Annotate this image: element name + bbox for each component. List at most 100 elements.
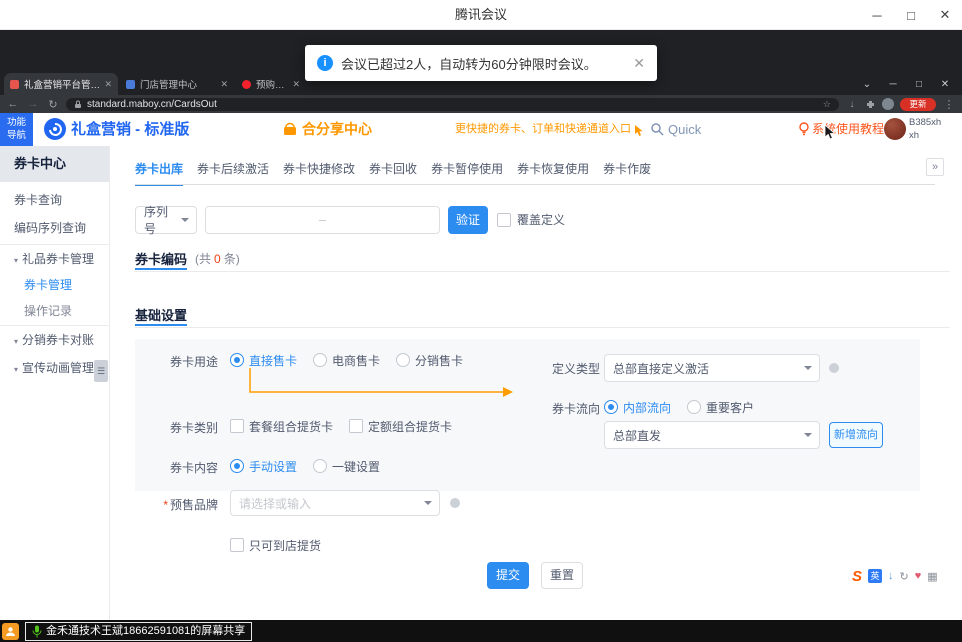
translate-extension-icon[interactable]: S: [852, 568, 862, 585]
promo-entry-link[interactable]: 更快捷的券卡、订单和快递通道入口: [455, 113, 631, 146]
sidebar-group3-label: 宣传动画管理: [22, 361, 94, 375]
brand-select[interactable]: 请选择或输入: [230, 490, 440, 516]
info-icon: i: [317, 55, 333, 71]
download-ext-icon[interactable]: ↓: [888, 570, 894, 582]
browser-close-icon[interactable]: ✕: [932, 73, 958, 95]
reset-button[interactable]: 重置: [541, 562, 583, 589]
maximize-icon[interactable]: □: [894, 0, 928, 30]
forward-icon[interactable]: →: [26, 98, 40, 110]
browser-window-controls: ⌄ ─ □ ✕: [854, 73, 958, 95]
tab3-favicon: [242, 80, 251, 89]
download-icon[interactable]: ↓: [845, 99, 859, 110]
brand-label: *预售品牌: [135, 497, 218, 513]
checkbox-fixed-combo-card[interactable]: 定额组合提货卡: [349, 418, 452, 435]
lock-icon: [74, 100, 82, 109]
serial-type-select[interactable]: 序列号: [135, 206, 197, 234]
browser-tab-1[interactable]: 礼盒营销平台管理中心 ✕: [4, 73, 118, 95]
browser-tab-2[interactable]: 门店管理中心 ✕: [120, 73, 234, 95]
help-dot-icon: [450, 498, 460, 508]
serial-range-input[interactable]: –: [205, 206, 440, 234]
english-badge-icon[interactable]: 英: [868, 569, 882, 583]
overwrite-checkbox[interactable]: [497, 213, 511, 227]
tab-card-recycle[interactable]: 券卡回收: [369, 156, 417, 184]
radio-direct-sale[interactable]: 直接售卡: [230, 352, 297, 369]
tab1-close-icon[interactable]: ✕: [104, 79, 112, 90]
function-nav-badge[interactable]: 功能 导航: [0, 113, 33, 146]
meeting-window: 腾讯会议 ─ □ ✕ 礼盒营销平台管理中心 ✕ 门店管理中心 ✕ 预购成功 ✕ …: [0, 0, 962, 642]
add-flow-button[interactable]: 新增流向: [829, 422, 883, 448]
radio-one-click-setting[interactable]: 一键设置: [313, 458, 380, 475]
tab-card-outbound[interactable]: 券卡出库: [135, 156, 183, 186]
browser-maximize-icon[interactable]: □: [906, 73, 932, 95]
radio-manual-setting[interactable]: 手动设置: [230, 458, 297, 475]
radio-internal-flow[interactable]: 内部流向: [604, 399, 671, 416]
checkbox-combo-pickup-card[interactable]: 套餐组合提货卡: [230, 418, 333, 435]
chevron-down-icon: [804, 433, 812, 437]
radio-selected-icon: [230, 459, 244, 473]
close-icon[interactable]: ✕: [928, 0, 962, 30]
definition-type-value: 总部直接定义激活: [613, 360, 709, 377]
tabs-expand-button[interactable]: »: [926, 158, 944, 176]
browser-minimize-icon[interactable]: ─: [880, 73, 906, 95]
checkbox-store-pickup-only[interactable]: 只可到店提货: [230, 537, 321, 554]
sidebar-item-operation-log[interactable]: 操作记录: [0, 297, 108, 325]
share-center-link[interactable]: 合分享中心: [302, 113, 372, 146]
sidebar-item-card-query[interactable]: 券卡查询: [0, 186, 108, 214]
user-name-line2: xh: [909, 129, 941, 142]
extension-icons: S 英 ↓ ↻ ♥ ▦: [852, 568, 938, 584]
user-avatar[interactable]: [884, 118, 906, 140]
brand-label-text: 预售品牌: [170, 498, 218, 512]
definition-type-select[interactable]: 总部直接定义激活: [604, 354, 820, 382]
tab-card-resume[interactable]: 券卡恢复使用: [517, 156, 589, 184]
tab-search-icon[interactable]: ⌄: [854, 73, 880, 95]
sidebar-collapse-handle[interactable]: ☰: [94, 360, 108, 382]
basic-settings-tab[interactable]: 基础设置: [135, 305, 187, 324]
tab3-close-icon[interactable]: ✕: [292, 79, 300, 90]
sidebar-group-promo-animation[interactable]: ▾宣传动画管理: [0, 354, 108, 382]
tab-card-suspend[interactable]: 券卡暂停使用: [431, 156, 503, 184]
radio-distribution-label: 分销售卡: [415, 352, 463, 369]
heart-icon[interactable]: ♥: [915, 570, 922, 582]
browser-tab-3[interactable]: 预购成功 ✕: [236, 73, 306, 95]
profile-avatar[interactable]: [882, 98, 894, 110]
mic-icon: [32, 625, 42, 638]
tutorial-link[interactable]: 系统使用教程: [812, 113, 884, 146]
tab-card-activate[interactable]: 券卡后续激活: [197, 156, 269, 184]
refresh-icon[interactable]: ↻: [46, 98, 60, 111]
codes-title-underline: [135, 268, 187, 270]
mouse-cursor: [824, 124, 836, 140]
tab-card-void[interactable]: 券卡作废: [603, 156, 651, 184]
radio-distribution-sale[interactable]: 分销售卡: [396, 352, 463, 369]
sidebar-group-gift-card-mgmt[interactable]: ▾礼品券卡管理: [0, 245, 108, 273]
sidebar-group-distribution-recon[interactable]: ▾分销券卡对账: [0, 326, 108, 354]
radio-important-customer[interactable]: 重要客户: [687, 399, 754, 416]
back-icon[interactable]: ←: [6, 98, 20, 110]
basic-settings-underline: [135, 324, 187, 326]
submit-button[interactable]: 提交: [487, 562, 529, 589]
codes-count-suffix: 条): [224, 252, 240, 266]
minimize-icon[interactable]: ─: [860, 0, 894, 30]
sidebar-item-code-serial-query[interactable]: 编码序列查询: [0, 214, 108, 242]
address-bar[interactable]: standard.maboy.cn/CardsOut ☆: [66, 98, 839, 111]
grid-icon[interactable]: ▦: [927, 570, 937, 583]
menu-kebab-icon[interactable]: ⋮: [942, 98, 956, 111]
sidebar-title: 券卡中心: [0, 146, 109, 182]
share-label: 金禾通技术王斌18662591081的屏幕共享: [46, 624, 245, 639]
tab2-title: 门店管理中心: [140, 77, 216, 91]
bookmark-star-icon[interactable]: ☆: [823, 99, 831, 110]
radio-ecommerce-sale[interactable]: 电商售卡: [313, 352, 380, 369]
flow-target-select[interactable]: 总部直发: [604, 421, 820, 449]
extensions-icon[interactable]: [865, 99, 876, 110]
quick-search-link[interactable]: Quick: [668, 113, 701, 146]
search-icon[interactable]: [650, 122, 664, 136]
refresh-ext-icon[interactable]: ↻: [900, 570, 909, 583]
sidebar-item-card-mgmt[interactable]: 券卡管理: [0, 271, 108, 299]
verify-button[interactable]: 验证: [448, 206, 488, 234]
checkbox-fixed-label: 定额组合提货卡: [368, 418, 452, 435]
tab1-favicon: [10, 80, 19, 89]
tab2-close-icon[interactable]: ✕: [220, 79, 228, 90]
browser-update-button[interactable]: 更新: [900, 98, 936, 111]
tab-card-quick-edit[interactable]: 券卡快捷修改: [283, 156, 355, 184]
logo-icon: [44, 118, 66, 140]
toast-close-icon[interactable]: ✕: [633, 55, 645, 72]
